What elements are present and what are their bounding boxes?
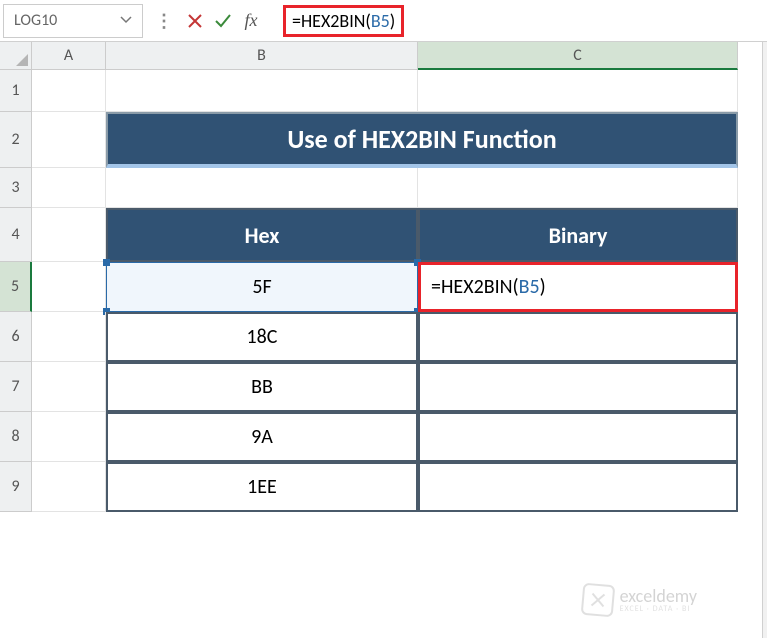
watermark: exceldemy EXCEL · DATA · BI xyxy=(582,584,697,616)
row-header-5[interactable]: 5 xyxy=(0,262,32,312)
cell-c5-active[interactable]: =HEX2BIN(B5) xyxy=(418,262,738,312)
spreadsheet-grid: 1 2 3 4 5 6 7 8 9 A B C Use o xyxy=(0,42,767,512)
row-header-8[interactable]: 8 xyxy=(0,412,32,462)
active-formula: =HEX2BIN(B5) xyxy=(431,275,546,299)
cell-a4[interactable] xyxy=(32,208,106,262)
title-cell[interactable]: Use of HEX2BIN Function xyxy=(106,112,738,168)
cell-c6[interactable] xyxy=(418,312,738,362)
row-header-4[interactable]: 4 xyxy=(0,208,32,262)
watermark-title: exceldemy xyxy=(620,587,697,605)
row-header-2[interactable]: 2 xyxy=(0,112,32,168)
row-header-3[interactable]: 3 xyxy=(0,168,32,208)
right-edge xyxy=(762,42,767,638)
row-header-7[interactable]: 7 xyxy=(0,362,32,412)
cell-c9[interactable] xyxy=(418,462,738,512)
cell-b8[interactable]: 9A xyxy=(106,412,418,462)
cell-b1[interactable] xyxy=(106,70,418,112)
cell-a6[interactable] xyxy=(32,312,106,362)
cell-a9[interactable] xyxy=(32,462,106,512)
column-headers: A B C xyxy=(32,42,767,70)
watermark-subtitle: EXCEL · DATA · BI xyxy=(620,605,697,613)
cancel-icon[interactable] xyxy=(181,7,209,35)
cell-a2[interactable] xyxy=(32,112,106,168)
cell-a5[interactable] xyxy=(32,262,106,312)
cell-a1[interactable] xyxy=(32,70,106,112)
cell-c7[interactable] xyxy=(418,362,738,412)
cell-c1[interactable] xyxy=(418,70,738,112)
chevron-down-icon[interactable] xyxy=(120,14,132,28)
cells-area: Use of HEX2BIN Function Hex Binary 5F xyxy=(32,70,767,512)
cell-c3[interactable] xyxy=(418,168,738,208)
row-headers: 1 2 3 4 5 6 7 8 9 xyxy=(0,70,32,512)
formula-bar: LOG10 ⋮ fx =HEX2BIN(B5) xyxy=(0,0,767,42)
row-header-6[interactable]: 6 xyxy=(0,312,32,362)
cell-c8[interactable] xyxy=(418,412,738,462)
options-icon[interactable]: ⋮ xyxy=(155,10,173,32)
cell-b7[interactable]: BB xyxy=(106,362,418,412)
name-box-value: LOG10 xyxy=(14,11,57,30)
cell-b6[interactable]: 18C xyxy=(106,312,418,362)
cell-a7[interactable] xyxy=(32,362,106,412)
cell-b5[interactable]: 5F xyxy=(106,262,418,312)
name-box[interactable]: LOG10 xyxy=(3,4,143,38)
formula-input[interactable]: =HEX2BIN(B5) xyxy=(273,4,764,38)
cell-a8[interactable] xyxy=(32,412,106,462)
row-header-9[interactable]: 9 xyxy=(0,462,32,512)
cell-a3[interactable] xyxy=(32,168,106,208)
header-hex[interactable]: Hex xyxy=(106,208,418,262)
cell-b9[interactable]: 1EE xyxy=(106,462,418,512)
select-all-corner[interactable] xyxy=(0,42,32,70)
cell-b3[interactable] xyxy=(106,168,418,208)
formula-content: =HEX2BIN(B5) xyxy=(283,5,404,37)
col-header-a[interactable]: A xyxy=(32,42,106,70)
col-header-c[interactable]: C xyxy=(418,42,738,70)
watermark-icon xyxy=(580,583,615,618)
enter-icon[interactable] xyxy=(209,7,237,35)
row-header-1[interactable]: 1 xyxy=(0,70,32,112)
col-header-b[interactable]: B xyxy=(106,42,418,70)
fx-icon[interactable]: fx xyxy=(237,7,265,35)
header-binary[interactable]: Binary xyxy=(418,208,738,262)
